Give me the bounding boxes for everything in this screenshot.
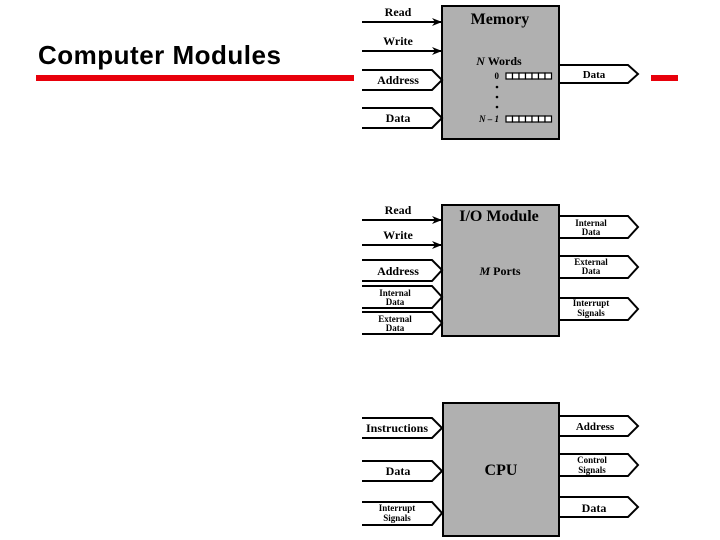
memory-data-label: Data [386, 111, 411, 125]
io-out-internal-label-2: Data [582, 227, 601, 237]
memory-address-label: Address [377, 73, 419, 87]
io-external-data-output: External Data [559, 255, 640, 279]
io-out-interrupt-label-1: Interrupt [573, 298, 610, 308]
io-internal-data-label-2: Data [386, 297, 405, 307]
io-write-label: Write [383, 228, 413, 242]
memory-cell [505, 72, 514, 80]
io-read-input: Read [362, 203, 442, 224]
memory-module: Memory Read Write Address Data N Words 0… [362, 5, 640, 140]
memory-cell [518, 72, 527, 80]
memory-read-input: Read [362, 5, 442, 26]
cpu-instructions-label: Instructions [366, 421, 428, 435]
memory-cell [511, 72, 520, 80]
memory-word-row-first [505, 72, 553, 80]
cpu-out-control-label-1: Control [577, 455, 607, 465]
ellipsis-dot [495, 95, 499, 99]
cpu-title: CPU [485, 462, 518, 479]
memory-row-first-label: 0 [495, 71, 500, 81]
io-ports-label: M Ports [479, 264, 521, 278]
memory-data-input: Data [362, 107, 444, 129]
memory-data-output: Data [559, 64, 640, 84]
io-module: I/O Module Read Write Address Internal D… [362, 203, 640, 337]
ellipsis-dot [495, 105, 499, 109]
io-interrupt-signals-output: Interrupt Signals [559, 297, 640, 321]
memory-address-input: Address [362, 69, 444, 91]
cpu-out-data-label: Data [582, 501, 607, 515]
cpu-out-control-label-2: Signals [578, 465, 606, 475]
memory-cell [505, 115, 514, 123]
io-address-input: Address [362, 259, 444, 282]
memory-word-row-last [505, 115, 553, 123]
cpu-data-label: Data [386, 464, 411, 478]
memory-cell [531, 115, 540, 123]
io-read-label: Read [385, 203, 412, 217]
memory-cell [544, 72, 553, 80]
memory-cell [537, 115, 546, 123]
cpu-interrupt-label-1: Interrupt [379, 503, 416, 513]
cpu-interrupt-label-2: Signals [383, 513, 411, 523]
computer-modules-diagram: Memory Read Write Address Data N Words 0… [362, 5, 640, 537]
io-external-data-input: External Data [362, 311, 444, 335]
io-internal-data-input: Internal Data [362, 285, 444, 309]
memory-row-last-label: N – 1 [478, 114, 499, 124]
memory-cell [518, 115, 527, 123]
memory-write-label: Write [383, 34, 413, 48]
memory-cell [537, 72, 546, 80]
io-internal-data-output: Internal Data [559, 215, 640, 239]
io-external-data-label-2: Data [386, 323, 405, 333]
ellipsis-dot [495, 85, 499, 89]
cpu-control-signals-output: Control Signals [559, 453, 640, 477]
memory-cell [511, 115, 520, 123]
memory-write-input: Write [362, 34, 442, 55]
memory-cell [524, 72, 533, 80]
io-address-label: Address [377, 264, 419, 278]
cpu-module: CPU Instructions Data Interrupt Signals … [362, 402, 640, 537]
memory-words-label: N Words [475, 54, 522, 68]
memory-cell [544, 115, 553, 123]
memory-title: Memory [471, 11, 530, 28]
cpu-data-output: Data [559, 496, 640, 518]
cpu-address-output: Address [559, 415, 640, 437]
memory-cell [531, 72, 540, 80]
cpu-interrupt-signals-input: Interrupt Signals [362, 501, 444, 526]
cpu-out-address-label: Address [576, 421, 615, 433]
cpu-instructions-input: Instructions [362, 417, 444, 439]
cpu-data-input: Data [362, 460, 444, 482]
memory-data-output-label: Data [583, 69, 606, 81]
io-out-external-label-2: Data [582, 266, 601, 276]
io-out-interrupt-label-2: Signals [577, 308, 605, 318]
io-title: I/O Module [459, 208, 539, 225]
memory-cell [524, 115, 533, 123]
io-write-input: Write [362, 228, 442, 249]
memory-read-label: Read [385, 5, 412, 19]
